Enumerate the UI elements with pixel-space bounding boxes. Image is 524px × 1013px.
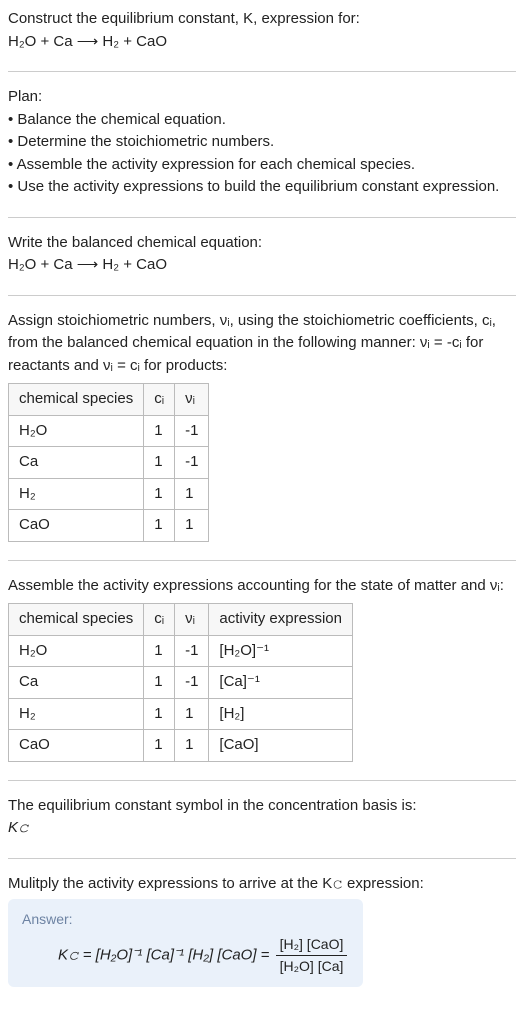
table-cell: -1 bbox=[175, 635, 209, 667]
table-cell: Ca bbox=[9, 667, 144, 699]
table-cell: 1 bbox=[144, 730, 175, 762]
stoich-table: chemical species cᵢ νᵢ H₂O 1 -1 Ca 1 -1 … bbox=[8, 383, 209, 542]
table-cell: -1 bbox=[175, 415, 209, 447]
table-cell: H₂O bbox=[9, 415, 144, 447]
answer-body: K𝚌 = [H₂O]⁻¹ [Ca]⁻¹ [H₂] [CaO] = [H₂] [C… bbox=[22, 934, 349, 977]
table-cell: 1 bbox=[175, 730, 209, 762]
table-row: Ca 1 -1 bbox=[9, 447, 209, 479]
table-cell: 1 bbox=[144, 698, 175, 730]
symbol-text: The equilibrium constant symbol in the c… bbox=[8, 795, 516, 818]
fraction-denominator: [H₂O] [Ca] bbox=[276, 956, 348, 977]
stoich-intro: Assign stoichiometric numbers, νᵢ, using… bbox=[8, 310, 516, 378]
balanced-equation: H₂O + Ca ⟶ H₂ + CaO bbox=[8, 254, 516, 277]
table-cell: 1 bbox=[144, 510, 175, 542]
plan-item: Assemble the activity expression for eac… bbox=[8, 154, 516, 177]
plan-item: Balance the chemical equation. bbox=[8, 109, 516, 132]
balanced-title: Write the balanced chemical equation: bbox=[8, 232, 516, 255]
table-header: νᵢ bbox=[175, 604, 209, 636]
answer-fraction: [H₂] [CaO] [H₂O] [Ca] bbox=[274, 934, 350, 977]
table-header: νᵢ bbox=[175, 384, 209, 416]
divider bbox=[8, 217, 516, 218]
table-header: chemical species bbox=[9, 384, 144, 416]
table-cell: 1 bbox=[175, 478, 209, 510]
answer-box: Answer: K𝚌 = [H₂O]⁻¹ [Ca]⁻¹ [H₂] [CaO] =… bbox=[8, 899, 363, 987]
table-cell: H₂ bbox=[9, 478, 144, 510]
divider bbox=[8, 560, 516, 561]
table-header-row: chemical species cᵢ νᵢ activity expressi… bbox=[9, 604, 353, 636]
table-row: Ca 1 -1 [Ca]⁻¹ bbox=[9, 667, 353, 699]
divider bbox=[8, 780, 516, 781]
plan-section: Plan: Balance the chemical equation. Det… bbox=[8, 86, 516, 199]
table-header: chemical species bbox=[9, 604, 144, 636]
table-row: H₂O 1 -1 [H₂O]⁻¹ bbox=[9, 635, 353, 667]
table-header-row: chemical species cᵢ νᵢ bbox=[9, 384, 209, 416]
table-cell: -1 bbox=[175, 447, 209, 479]
table-cell: 1 bbox=[144, 415, 175, 447]
activity-intro: Assemble the activity expressions accoun… bbox=[8, 575, 516, 598]
table-cell: CaO bbox=[9, 510, 144, 542]
table-header: activity expression bbox=[209, 604, 353, 636]
table-cell: -1 bbox=[175, 667, 209, 699]
table-cell: CaO bbox=[9, 730, 144, 762]
plan-item: Use the activity expressions to build th… bbox=[8, 176, 516, 199]
table-cell: 1 bbox=[144, 667, 175, 699]
intro-equation: H₂O + Ca ⟶ H₂ + CaO bbox=[8, 31, 516, 54]
activity-table: chemical species cᵢ νᵢ activity expressi… bbox=[8, 603, 353, 762]
table-cell: [H₂] bbox=[209, 698, 353, 730]
plan-item: Determine the stoichiometric numbers. bbox=[8, 131, 516, 154]
table-row: H₂O 1 -1 bbox=[9, 415, 209, 447]
activity-section: Assemble the activity expressions accoun… bbox=[8, 575, 516, 762]
symbol-section: The equilibrium constant symbol in the c… bbox=[8, 795, 516, 840]
kc-symbol: K𝚌 bbox=[8, 817, 516, 840]
intro-line1: Construct the equilibrium constant, K, e… bbox=[8, 8, 516, 31]
fraction-numerator: [H₂] [CaO] bbox=[276, 934, 348, 956]
plan-list: Balance the chemical equation. Determine… bbox=[8, 109, 516, 199]
table-row: CaO 1 1 [CaO] bbox=[9, 730, 353, 762]
balanced-section: Write the balanced chemical equation: H₂… bbox=[8, 232, 516, 277]
table-row: H₂ 1 1 [H₂] bbox=[9, 698, 353, 730]
table-cell: Ca bbox=[9, 447, 144, 479]
table-cell: H₂O bbox=[9, 635, 144, 667]
intro-section: Construct the equilibrium constant, K, e… bbox=[8, 8, 516, 53]
final-intro: Mulitply the activity expressions to arr… bbox=[8, 873, 516, 896]
table-header: cᵢ bbox=[144, 604, 175, 636]
answer-lhs: K𝚌 = [H₂O]⁻¹ [Ca]⁻¹ [H₂] [CaO] = bbox=[58, 946, 274, 963]
divider bbox=[8, 295, 516, 296]
table-cell: 1 bbox=[175, 698, 209, 730]
table-cell: 1 bbox=[144, 478, 175, 510]
final-section: Mulitply the activity expressions to arr… bbox=[8, 873, 516, 988]
table-row: CaO 1 1 bbox=[9, 510, 209, 542]
table-cell: [H₂O]⁻¹ bbox=[209, 635, 353, 667]
table-cell: [CaO] bbox=[209, 730, 353, 762]
table-row: H₂ 1 1 bbox=[9, 478, 209, 510]
divider bbox=[8, 858, 516, 859]
table-cell: H₂ bbox=[9, 698, 144, 730]
answer-label: Answer: bbox=[22, 909, 349, 930]
table-cell: 1 bbox=[175, 510, 209, 542]
table-header: cᵢ bbox=[144, 384, 175, 416]
divider bbox=[8, 71, 516, 72]
table-cell: 1 bbox=[144, 447, 175, 479]
stoich-section: Assign stoichiometric numbers, νᵢ, using… bbox=[8, 310, 516, 542]
table-cell: 1 bbox=[144, 635, 175, 667]
plan-title: Plan: bbox=[8, 86, 516, 109]
table-cell: [Ca]⁻¹ bbox=[209, 667, 353, 699]
